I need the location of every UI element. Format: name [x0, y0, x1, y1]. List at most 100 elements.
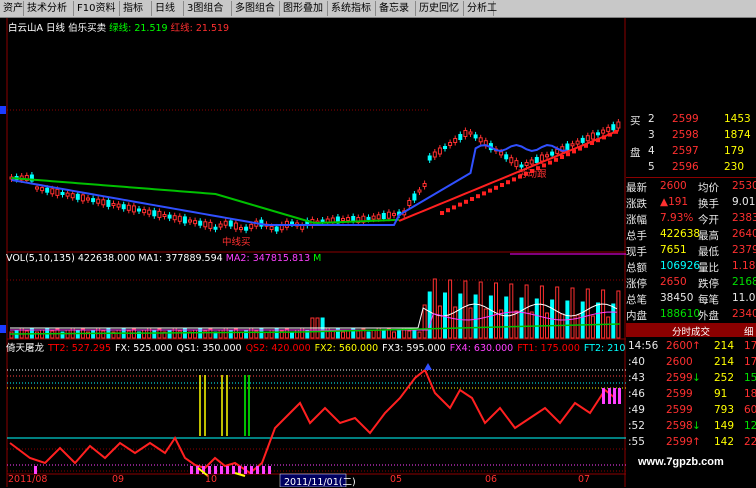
candle-body	[50, 188, 55, 195]
menu-item[interactable]: 日线	[152, 1, 184, 16]
candle-body	[228, 220, 233, 227]
candle-body	[269, 226, 274, 231]
bottom-signal	[238, 466, 241, 474]
candle-body	[606, 126, 611, 132]
candle-body	[249, 223, 254, 229]
order-level: 5	[648, 161, 655, 173]
trend-dot	[602, 135, 606, 140]
volume-bar	[611, 303, 616, 339]
order-book-row: 3 2598 1874	[626, 128, 756, 144]
tick-volume: 149	[714, 420, 735, 432]
candle-body	[407, 200, 412, 206]
candle-body	[45, 187, 50, 193]
trend-dot	[452, 205, 456, 210]
bottom-signal	[208, 466, 211, 474]
candle-body	[70, 193, 75, 199]
trend-dot	[500, 183, 504, 187]
volume-bar	[463, 280, 468, 339]
tick-row: :40 2600 214 17	[626, 355, 756, 371]
quote-row: 总手 422638 最高 2640	[626, 227, 756, 243]
candle-body	[193, 220, 198, 225]
menu-item[interactable]: 指标	[120, 1, 152, 16]
volume-bar	[366, 331, 371, 339]
candle-body	[381, 213, 386, 219]
quote-label: 每笔	[698, 294, 719, 306]
candle-body	[371, 215, 376, 220]
quote-label: 最高	[698, 230, 719, 242]
tab-detail[interactable]: 细	[744, 324, 754, 338]
menu-item[interactable]: F10资料	[74, 1, 120, 16]
order-volume: 230	[724, 161, 745, 173]
trend-dot	[488, 188, 492, 193]
order-volume: 1453	[724, 113, 751, 125]
bottom-signal	[256, 466, 259, 474]
quote-row: 涨跌 ▲191 换手 9.01%	[626, 195, 756, 211]
menu-item[interactable]: 历史回忆	[416, 1, 464, 16]
trend-dot	[572, 149, 576, 154]
tick-row: :52 2598 ↓ 149 12	[626, 419, 756, 435]
volume-bar	[75, 330, 80, 339]
candle-body	[131, 205, 136, 213]
trend-dot	[596, 138, 600, 143]
volume-bar	[371, 329, 376, 339]
trend-dot	[590, 141, 594, 145]
quote-label: 涨停	[626, 278, 647, 290]
volume-bar	[427, 291, 432, 339]
tick-count: 22	[744, 436, 756, 448]
trend-dot	[614, 129, 618, 134]
candle-body	[376, 214, 381, 220]
tick-time: :49	[628, 404, 645, 416]
quote-row: 现手 7651 最低 2379	[626, 243, 756, 259]
volume-bar	[330, 330, 335, 339]
menu-item[interactable]: 系统指标	[328, 1, 376, 16]
bottom-signal	[34, 466, 37, 474]
volume-bar	[534, 298, 539, 339]
candle-body	[550, 151, 555, 156]
menu-item[interactable]: 备忘录	[376, 1, 416, 16]
menu-item[interactable]: 多图组合	[232, 1, 280, 16]
tick-row: :43 2599 ↓ 252 15	[626, 371, 756, 387]
candle-body	[80, 194, 85, 202]
candle-body	[137, 208, 141, 212]
bottom-signal	[262, 466, 265, 474]
bottom-signal	[214, 466, 217, 474]
candle-body	[412, 193, 417, 201]
candle-body	[565, 143, 570, 151]
candle-body	[274, 226, 279, 232]
quote-label: 涨幅	[626, 214, 647, 226]
menu-item[interactable]: 图形叠加	[280, 1, 328, 16]
candle-body	[432, 151, 437, 158]
menu-item[interactable]: 技术分析	[24, 1, 74, 16]
menu-item[interactable]: 3图组合	[184, 1, 232, 16]
tick-price: 2599	[666, 436, 693, 448]
bottom-signal	[268, 466, 271, 474]
volume-bar	[601, 289, 606, 339]
menu-item[interactable]: 资产	[0, 1, 24, 16]
bottom-signal	[190, 466, 193, 474]
indicator-value: FT1: 175.000	[517, 343, 580, 354]
candle-body	[585, 135, 590, 142]
trend-dot	[494, 185, 498, 190]
indicator-value: QS1: 350.000	[176, 343, 242, 354]
candle-body	[172, 215, 177, 221]
tab-ticks[interactable]: 分时成交	[672, 324, 710, 338]
trend-dot	[464, 199, 468, 204]
candle-body	[590, 132, 595, 140]
candle-body	[417, 189, 422, 193]
candle-body	[529, 159, 534, 165]
quote-row: 涨停 2650 跌停 2168	[626, 275, 756, 291]
candle-body	[198, 220, 203, 226]
candle-body	[55, 188, 60, 196]
indicator-value: FX: 525.000	[115, 343, 173, 354]
candle-body	[60, 192, 65, 195]
candle-body	[167, 214, 172, 219]
indicator-value: FX3: 595.000	[382, 343, 446, 354]
candle-body	[35, 186, 39, 190]
candle-body	[147, 209, 152, 215]
order-price: 2599	[672, 113, 699, 125]
quote-row: 内盘 188610外盘 234028	[626, 307, 756, 323]
candle-body	[244, 226, 249, 231]
candle-body	[478, 137, 483, 143]
menu-item[interactable]: 分析工	[464, 1, 497, 16]
candle-body	[570, 143, 575, 147]
